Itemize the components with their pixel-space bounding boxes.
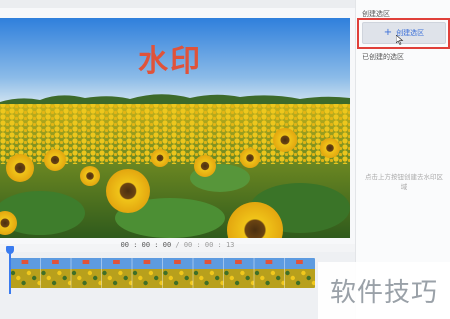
current-time: 00 : 00 : 00 xyxy=(120,241,172,249)
video-frame[interactable]: 水印 xyxy=(0,18,350,238)
watermark-text[interactable]: 水印 xyxy=(138,36,202,80)
playhead-line xyxy=(9,252,11,294)
time-separator: / xyxy=(171,241,184,249)
timeline-thumbnail xyxy=(70,258,103,288)
timeline-thumbnail xyxy=(223,258,256,288)
empty-hint: 点击上方按钮创建去水印区域 xyxy=(365,173,443,191)
site-watermark: 软件技巧 xyxy=(318,262,450,319)
timeline-thumbnail xyxy=(253,258,286,288)
created-section-title: 已创建的选区 xyxy=(362,53,404,61)
video-preview-area: 水印 xyxy=(0,8,355,244)
timeline[interactable] xyxy=(0,246,355,319)
timeline-track[interactable] xyxy=(10,258,315,288)
timeline-thumbnail xyxy=(284,258,315,288)
playhead-handle[interactable] xyxy=(6,246,14,296)
total-time: 00 : 00 : 13 xyxy=(183,241,235,249)
timeline-thumbnails xyxy=(10,258,315,288)
timeline-thumbnail xyxy=(162,258,195,288)
timeline-thumbnail xyxy=(192,258,225,288)
timeline-thumbnail xyxy=(40,258,73,288)
timeline-thumbnail xyxy=(10,258,42,288)
timeline-thumbnail xyxy=(131,258,164,288)
timeline-thumbnail xyxy=(101,258,134,288)
mouse-cursor-icon xyxy=(396,35,404,45)
